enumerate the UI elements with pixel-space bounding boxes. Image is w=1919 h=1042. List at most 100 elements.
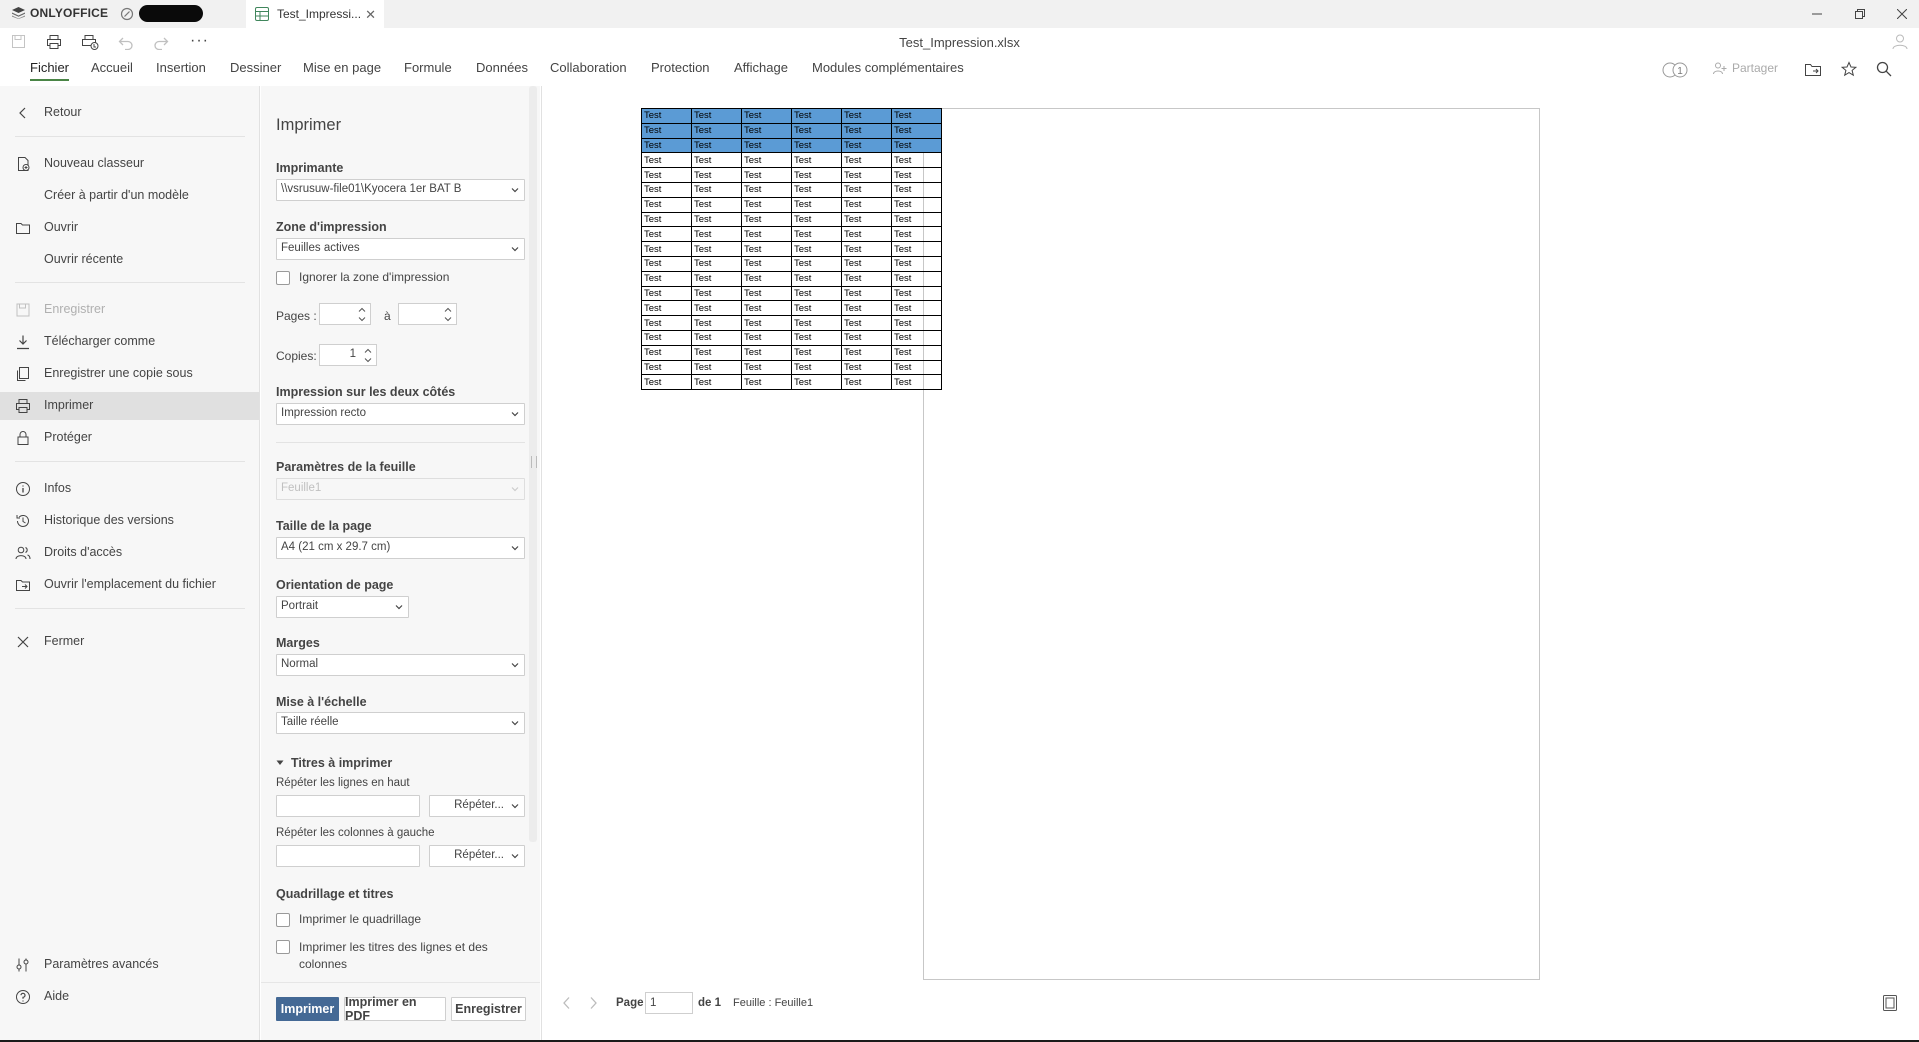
table-cell: Test bbox=[841, 241, 892, 257]
save-copy-as-item[interactable]: Enregistrer une copie sous bbox=[0, 360, 259, 388]
help-item[interactable]: Aide bbox=[0, 983, 259, 1011]
print-headings-label: Imprimer les titres des lignes et des co… bbox=[299, 939, 488, 973]
spin-down-icon[interactable] bbox=[444, 315, 452, 323]
tab-home[interactable]: Accueil bbox=[91, 60, 133, 75]
info-icon bbox=[15, 481, 31, 497]
open-item[interactable]: Ouvrir bbox=[0, 214, 259, 242]
spin-down-icon[interactable] bbox=[364, 356, 372, 364]
spin-up-icon[interactable] bbox=[358, 306, 366, 314]
ignore-area-checkbox[interactable]: Ignorer la zone d'impression bbox=[276, 270, 449, 285]
panel-scrollbar[interactable] bbox=[529, 86, 537, 842]
tab-data[interactable]: Données bbox=[476, 60, 528, 75]
open-location-item[interactable]: Ouvrir l'emplacement du fichier bbox=[0, 571, 259, 599]
checkbox-box[interactable] bbox=[276, 913, 290, 927]
close-icon bbox=[15, 634, 31, 650]
table-cell: Test bbox=[741, 108, 792, 124]
table-row: Test Test Test Test Test Test bbox=[641, 226, 942, 243]
table-cell: Test bbox=[741, 285, 792, 302]
print-pdf-button[interactable]: Imprimer en PDF bbox=[344, 995, 446, 1023]
save-settings-button[interactable]: Enregistrer bbox=[451, 997, 526, 1021]
back-button[interactable]: Retour bbox=[0, 99, 259, 127]
favorite-star-icon[interactable] bbox=[1841, 61, 1857, 77]
print-grid-checkbox[interactable]: Imprimer le quadrillage bbox=[276, 912, 421, 927]
tab-insert[interactable]: Insertion bbox=[156, 60, 206, 75]
access-rights-item[interactable]: Droits d'accès bbox=[0, 539, 259, 567]
info-item[interactable]: Infos bbox=[0, 475, 259, 503]
next-page-icon[interactable] bbox=[588, 996, 598, 1010]
download-as-item[interactable]: Télécharger comme bbox=[0, 328, 259, 356]
advanced-settings-item[interactable]: Paramètres avancés bbox=[0, 951, 259, 979]
tab-collaboration[interactable]: Collaboration bbox=[550, 60, 627, 75]
tab-protection[interactable]: Protection bbox=[651, 60, 710, 75]
repeat-rows-input[interactable] bbox=[276, 795, 420, 817]
close-item[interactable]: Fermer bbox=[0, 628, 259, 656]
co-editing-users-icon[interactable]: 1 bbox=[1661, 61, 1691, 79]
chevron-down-icon bbox=[511, 187, 519, 193]
app-brand: ONLYOFFICE bbox=[12, 6, 108, 20]
page-size-select[interactable]: A4 (21 cm x 29.7 cm) bbox=[276, 537, 525, 559]
checkbox-box[interactable] bbox=[276, 271, 290, 285]
table-cell: Test bbox=[691, 270, 742, 287]
table-cell: Test bbox=[641, 270, 692, 287]
download-as-label: Télécharger comme bbox=[44, 334, 156, 348]
printer-select[interactable]: \\vsrusuw-file01\Kyocera 1er BAT B bbox=[276, 179, 525, 201]
print-area-select[interactable]: Feuilles actives bbox=[276, 238, 525, 260]
scale-select[interactable]: Taille réelle bbox=[276, 712, 525, 734]
table-cell: Test bbox=[691, 374, 742, 391]
spin-up-icon[interactable] bbox=[444, 306, 452, 314]
close-window-icon[interactable] bbox=[1880, 0, 1919, 28]
minimize-icon[interactable] bbox=[1795, 0, 1839, 28]
copy-document-icon bbox=[15, 366, 31, 382]
pages-from-input[interactable] bbox=[319, 303, 371, 325]
checkbox-box[interactable] bbox=[276, 940, 290, 954]
table-row: Test Test Test Test Test Test bbox=[641, 108, 942, 124]
duplex-select[interactable]: Impression recto bbox=[276, 403, 525, 425]
table-cell: Test bbox=[691, 152, 742, 169]
tab-layout[interactable]: Mise en page bbox=[303, 60, 381, 75]
page-number-input[interactable]: 1 bbox=[645, 992, 693, 1014]
tab-plugins[interactable]: Modules complémentaires bbox=[812, 60, 964, 75]
tab-file[interactable]: Fichier bbox=[30, 60, 70, 81]
document-tab[interactable]: Test_Impressi... ✕ bbox=[246, 0, 384, 28]
new-workbook-item[interactable]: Nouveau classeur bbox=[0, 150, 259, 178]
user-avatar-icon[interactable] bbox=[1891, 32, 1909, 50]
table-cell: Test bbox=[891, 241, 942, 257]
repeat-cols-button[interactable]: Répéter... bbox=[429, 845, 525, 867]
folder-icon bbox=[15, 220, 31, 236]
print-button[interactable]: Imprimer bbox=[276, 997, 339, 1021]
search-icon[interactable] bbox=[1876, 61, 1892, 77]
pages-to-input[interactable] bbox=[398, 303, 457, 325]
close-tab-icon[interactable]: ✕ bbox=[365, 7, 376, 23]
table-cell: Test bbox=[841, 359, 892, 376]
repeat-rows-button-label: Répéter... bbox=[454, 799, 504, 811]
repeat-rows-button[interactable]: Répéter... bbox=[429, 795, 525, 817]
copies-input[interactable]: 1 bbox=[319, 344, 377, 366]
version-history-item[interactable]: Historique des versions bbox=[0, 507, 259, 535]
save-item[interactable]: Enregistrer bbox=[0, 296, 259, 324]
from-template-item[interactable]: Créer à partir d'un modèle bbox=[0, 182, 259, 210]
print-headings-checkbox[interactable]: Imprimer les titres des lignes et des co… bbox=[276, 939, 488, 973]
open-location-icon[interactable] bbox=[1804, 61, 1822, 77]
spin-up-icon[interactable] bbox=[364, 347, 372, 355]
open-recent-item[interactable]: Ouvrir récente bbox=[0, 246, 259, 274]
previous-page-icon[interactable] bbox=[562, 996, 572, 1010]
titles-section-toggle[interactable]: Titres à imprimer bbox=[276, 756, 392, 770]
spin-down-icon[interactable] bbox=[358, 315, 366, 323]
orientation-select[interactable]: Portrait bbox=[276, 596, 409, 618]
restore-icon[interactable] bbox=[1838, 0, 1882, 28]
fit-page-icon[interactable] bbox=[1882, 994, 1898, 1012]
share-button[interactable]: Partager bbox=[1713, 61, 1778, 75]
protect-item[interactable]: Protéger bbox=[0, 424, 259, 452]
tab-view[interactable]: Affichage bbox=[734, 60, 788, 75]
table-cell: Test bbox=[841, 226, 892, 243]
tab-formula[interactable]: Formule bbox=[404, 60, 452, 75]
margins-select[interactable]: Normal bbox=[276, 654, 525, 676]
table-cell: Test bbox=[641, 167, 692, 183]
sheet-select[interactable]: Feuille1 bbox=[276, 478, 525, 500]
tab-draw[interactable]: Dessiner bbox=[230, 60, 281, 75]
ignore-area-label: Ignorer la zone d'impression bbox=[299, 270, 450, 284]
repeat-cols-input[interactable] bbox=[276, 845, 420, 867]
cloud-status-icon[interactable] bbox=[120, 7, 134, 21]
print-item[interactable]: Imprimer bbox=[0, 392, 259, 420]
table-cell: Test bbox=[691, 167, 742, 183]
